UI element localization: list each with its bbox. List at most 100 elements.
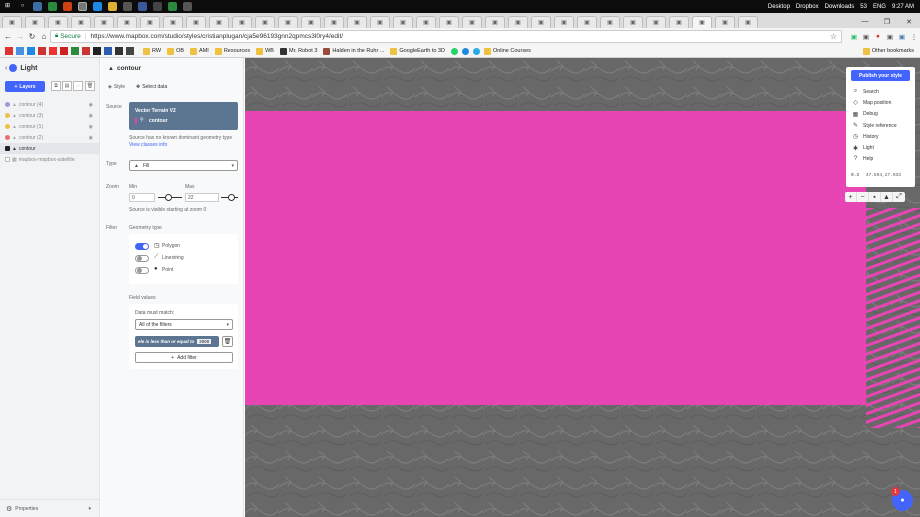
bookmark-icon[interactable] — [27, 47, 35, 55]
compass-icon[interactable]: ▲ — [881, 192, 893, 202]
min-zoom-input[interactable]: 0 — [129, 193, 155, 202]
layer-item-contour-2[interactable]: ▲ contour (2) ◉ — [0, 132, 99, 143]
clock[interactable]: 9:27 AM — [892, 4, 914, 10]
max-zoom-input[interactable]: 22 — [185, 193, 219, 202]
extension-icon[interactable]: ● — [872, 33, 884, 40]
browser-tab[interactable]: ▣ — [324, 16, 344, 28]
bookmark-resources[interactable]: Resources — [214, 47, 250, 55]
properties-footer[interactable]: ⚙ Properties ▾ — [0, 499, 99, 517]
filter-expression[interactable]: ele is less than or equal to 2000 — [135, 336, 219, 347]
menu-light[interactable]: ✱ Light — [846, 142, 915, 153]
bookmark-icon[interactable] — [93, 47, 101, 55]
close-icon[interactable]: ✕ — [898, 18, 920, 26]
browser-tab[interactable]: ▣ — [117, 16, 137, 28]
browser-tab[interactable]: ▣ — [71, 16, 91, 28]
taskview-icon[interactable] — [33, 2, 42, 11]
visibility-eye-icon[interactable]: ◉ — [89, 124, 93, 130]
tab-style[interactable]: ◈ Style — [108, 84, 125, 90]
downloads-label[interactable]: Downloads — [825, 4, 855, 10]
bookmark-icon[interactable] — [5, 47, 13, 55]
app-icon[interactable] — [183, 2, 192, 11]
browser-tab[interactable]: ▣ — [278, 16, 298, 28]
tab-select-data[interactable]: ✥ Select data — [136, 84, 167, 90]
layer-item-contour-3[interactable]: ▲ contour (3) ◉ — [0, 110, 99, 121]
point-toggle[interactable] — [135, 267, 149, 274]
reload-icon[interactable]: ↻ — [26, 32, 38, 41]
menu-debug[interactable]: ▦ Debug — [846, 109, 915, 120]
browser-tab[interactable]: ▣ — [2, 16, 22, 28]
visibility-eye-icon[interactable]: ◉ — [89, 113, 93, 119]
delete-layer-button[interactable]: 🗑︎ — [85, 81, 95, 91]
zoom-out-button[interactable]: − — [857, 192, 869, 202]
browser-tab[interactable]: ▣ — [485, 16, 505, 28]
extension-icon[interactable]: ▣ — [860, 33, 872, 41]
min-zoom-slider[interactable] — [158, 194, 182, 201]
extension-icon[interactable]: ▣ — [848, 33, 860, 41]
polygon-toggle[interactable] — [135, 243, 149, 250]
browser-tab[interactable]: ▣ — [738, 16, 758, 28]
browser-tab[interactable]: ▣ — [623, 16, 643, 28]
home-icon[interactable]: ⌂ — [38, 32, 50, 41]
browser-tab[interactable]: ▣ — [370, 16, 390, 28]
browser-tab[interactable]: ▣ — [255, 16, 275, 28]
fullscreen-icon[interactable]: ⤢ — [893, 192, 905, 202]
delete-filter-button[interactable]: 🗑︎ — [222, 336, 233, 347]
app-icon[interactable] — [63, 2, 72, 11]
bookmark-icon[interactable] — [49, 47, 57, 55]
browser-tab[interactable]: ▣ — [48, 16, 68, 28]
layer-item-contour-1[interactable]: ▲ contour (1) ◉ — [0, 121, 99, 132]
browser-tab[interactable]: ▣ — [669, 16, 689, 28]
group-layers-button[interactable]: ⧉ — [51, 81, 61, 91]
app-icon[interactable] — [93, 2, 102, 11]
collapse-icon[interactable]: ▾ — [88, 506, 91, 512]
menu-help[interactable]: ? Help — [846, 154, 915, 165]
bookmark-icon[interactable] — [472, 47, 480, 55]
extension-icon[interactable]: ▣ — [896, 33, 908, 41]
bookmark-icon[interactable] — [38, 47, 46, 55]
browser-tab[interactable]: ▣ — [140, 16, 160, 28]
browser-tab[interactable]: ▣ — [439, 16, 459, 28]
search-icon[interactable]: ○ — [18, 2, 27, 11]
browser-tab[interactable]: ▣ — [577, 16, 597, 28]
browser-tab[interactable]: ▣ — [646, 16, 666, 28]
browser-tab[interactable]: ▣ — [715, 16, 735, 28]
bookmark-icon[interactable] — [60, 47, 68, 55]
max-zoom-handle[interactable] — [228, 194, 235, 201]
layer-title[interactable]: contour — [117, 65, 141, 72]
browser-tab[interactable]: ▣ — [232, 16, 252, 28]
source-card[interactable]: Vector Terrain V2 ⚲ contour — [129, 102, 238, 130]
linestring-toggle[interactable] — [135, 255, 149, 262]
language-label[interactable]: ENG — [873, 4, 886, 10]
app-icon[interactable] — [153, 2, 162, 11]
desktop-label[interactable]: Desktop — [768, 4, 790, 10]
url-field[interactable]: 🔒︎ Secure | https://www.mapbox.com/studi… — [50, 30, 842, 43]
extension-icon[interactable]: ▣ — [884, 33, 896, 41]
bookmark-ami[interactable]: AMI — [190, 47, 209, 55]
hide-layer-button[interactable]: ◌ — [73, 81, 83, 91]
bookmark-icon[interactable] — [461, 47, 469, 55]
visibility-eye-icon[interactable]: ◉ — [89, 102, 93, 108]
bookmark-wb[interactable]: WB — [256, 47, 274, 55]
app-icon[interactable] — [138, 2, 147, 11]
bookmark-mr-robot[interactable]: Mr. Robot 3 — [279, 47, 317, 55]
browser-tab[interactable]: ▣ — [462, 16, 482, 28]
chrome-icon[interactable] — [78, 2, 87, 11]
dropbox-label[interactable]: Dropbox — [796, 4, 819, 10]
folder-icon[interactable] — [108, 2, 117, 11]
browser-tab[interactable]: ▣ — [531, 16, 551, 28]
browser-tab[interactable]: ▣ — [301, 16, 321, 28]
browser-tab[interactable]: ▣ — [416, 16, 436, 28]
type-select[interactable]: ▲ Fill ▾ — [129, 160, 238, 171]
bookmark-icon[interactable] — [16, 47, 24, 55]
forward-icon[interactable]: → — [14, 32, 26, 41]
url-text[interactable]: https://www.mapbox.com/studio/styles/cri… — [91, 33, 344, 40]
star-icon[interactable]: ☆ — [830, 32, 837, 41]
browser-tab-active[interactable]: ▣ — [692, 16, 712, 28]
browser-tab[interactable]: ▣ — [25, 16, 45, 28]
browser-tab[interactable]: ▣ — [209, 16, 229, 28]
app-icon[interactable] — [168, 2, 177, 11]
menu-history[interactable]: ◷ History — [846, 131, 915, 142]
browser-tab[interactable]: ▣ — [186, 16, 206, 28]
bookmark-online-courses[interactable]: Online Courses — [483, 47, 531, 55]
add-layer-button[interactable]: + Layers — [5, 81, 45, 92]
